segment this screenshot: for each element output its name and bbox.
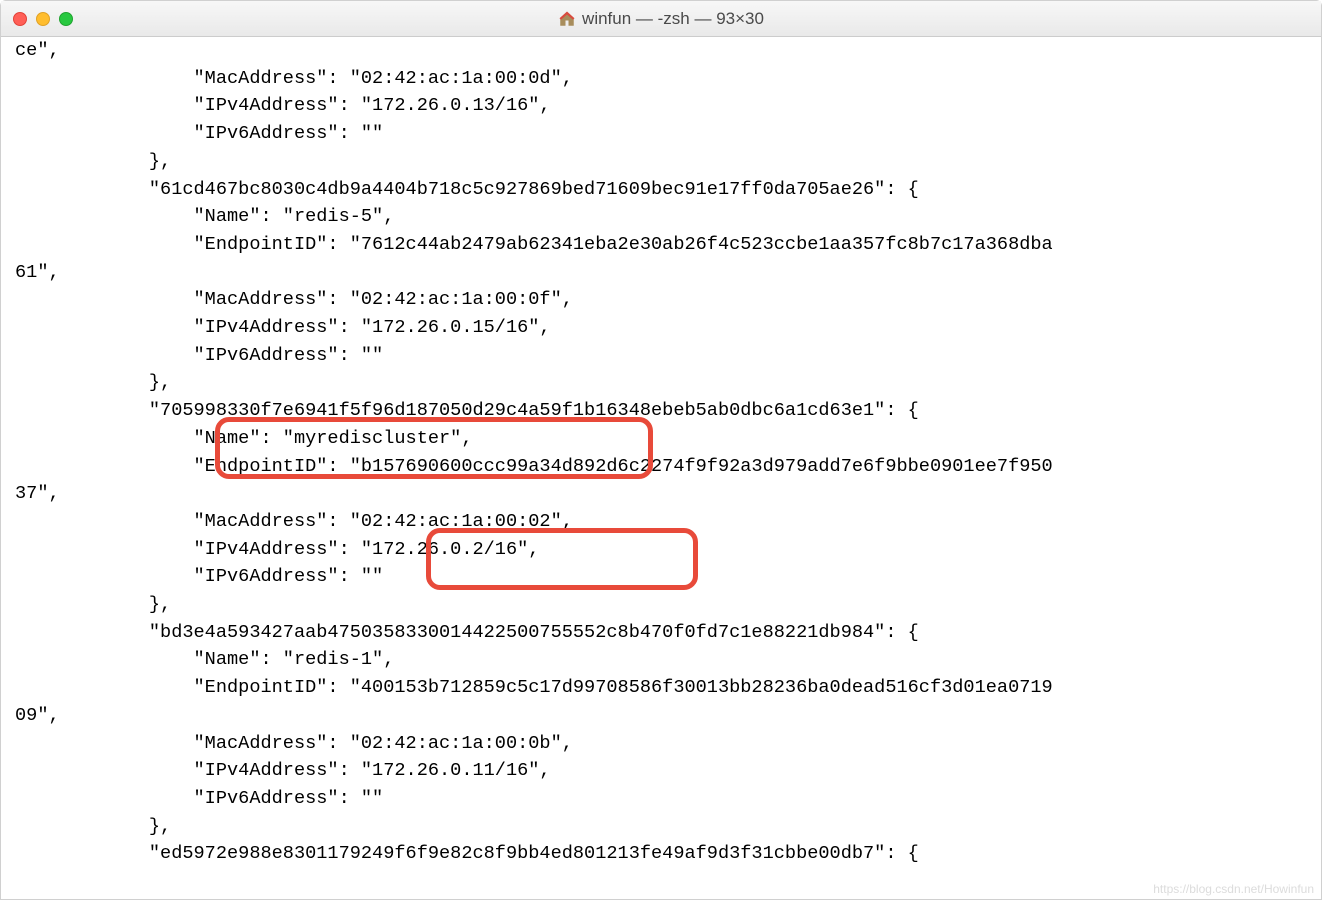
home-icon [558, 10, 576, 28]
terminal-content[interactable]: ce", "MacAddress": "02:42:ac:1a:00:0d", … [1, 37, 1321, 899]
window-title-wrap: winfun — -zsh — 93×30 [1, 9, 1321, 29]
window-title: winfun — -zsh — 93×30 [582, 9, 764, 29]
minimize-icon[interactable] [36, 12, 50, 26]
watermark: https://blog.csdn.net/Howinfun [1153, 882, 1314, 896]
close-icon[interactable] [13, 12, 27, 26]
zoom-icon[interactable] [59, 12, 73, 26]
terminal-output: ce", "MacAddress": "02:42:ac:1a:00:0d", … [1, 37, 1321, 868]
titlebar[interactable]: winfun — -zsh — 93×30 [1, 1, 1321, 37]
traffic-lights [13, 12, 73, 26]
terminal-window: winfun — -zsh — 93×30 ce", "MacAddress":… [0, 0, 1322, 900]
